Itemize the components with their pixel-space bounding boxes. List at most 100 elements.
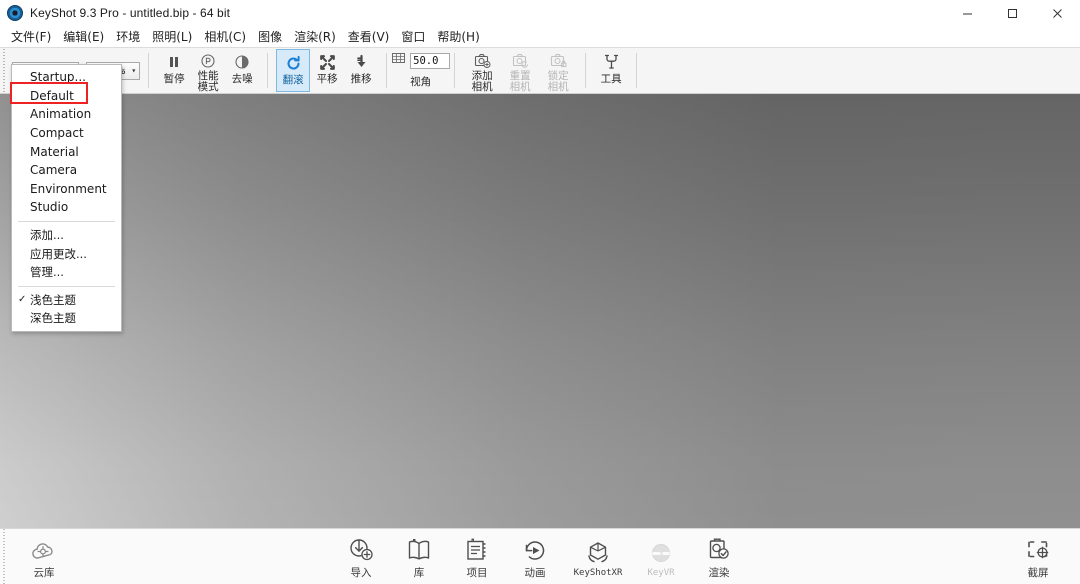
- dropdown-item-compact[interactable]: Compact: [12, 124, 121, 143]
- toolbar-reset-camera-label: 重置 相机: [510, 71, 531, 92]
- dropdown-item-startup[interactable]: Startup...: [12, 68, 121, 87]
- fov-row: [391, 51, 450, 70]
- bottom-keyvr[interactable]: KeyVR: [633, 531, 689, 583]
- check-icon: ✓: [18, 294, 26, 305]
- render-viewport[interactable]: [0, 94, 1080, 528]
- toolbar-reset-camera[interactable]: 重置 相机: [501, 49, 539, 92]
- toolbar-denoise[interactable]: 去噪: [225, 49, 259, 92]
- bottom-library-label: 库: [414, 565, 425, 580]
- toolbar-camera-group: 添加 相机 重置 相机: [459, 48, 581, 93]
- toolbar-pan-label: 平移: [317, 74, 338, 85]
- keyshot-window: KeyShot 9.3 Pro - untitled.bip - 64 bit …: [0, 0, 1080, 584]
- keyvr-icon: [647, 536, 675, 566]
- toolbar-add-camera[interactable]: 添加 相机: [463, 49, 501, 92]
- toolbar-lock-camera[interactable]: 锁定 相机: [539, 49, 577, 92]
- import-icon: [347, 533, 375, 563]
- chevron-down-icon: ▾: [131, 66, 136, 75]
- bottom-import[interactable]: 导入: [333, 531, 389, 583]
- toolbar-denoise-label: 去噪: [232, 74, 253, 85]
- toolbar-grip[interactable]: [0, 48, 8, 93]
- keyshot-logo-icon: [7, 5, 23, 21]
- toolbar-divider: [636, 53, 637, 88]
- cloud-library-icon: [30, 533, 58, 563]
- bottom-library[interactable]: 库: [391, 531, 447, 583]
- bottom-keyvr-label: KeyVR: [647, 568, 674, 578]
- toolbar-divider: [267, 53, 268, 88]
- bottom-cloud-library[interactable]: 云库: [16, 531, 72, 583]
- dropdown-item-default[interactable]: Default: [12, 87, 121, 106]
- denoise-icon: [234, 52, 250, 72]
- bottom-screenshot-label: 截屏: [1028, 565, 1049, 580]
- bottom-cloud-library-label: 云库: [34, 565, 55, 580]
- toolbar-dolly-label: 推移: [351, 74, 372, 85]
- toolbar-pause-label: 暂停: [164, 74, 185, 85]
- toolbar-divider: [386, 53, 387, 88]
- menu-render[interactable]: 渲染(R): [288, 26, 342, 47]
- dropdown-item-dark-theme[interactable]: 深色主题: [12, 309, 121, 328]
- bottom-center-buttons: 导入 库: [0, 531, 1080, 583]
- bottom-toolbar-grip[interactable]: [0, 529, 8, 584]
- menu-environment[interactable]: 环境: [110, 26, 146, 47]
- project-icon: [463, 533, 491, 563]
- menu-edit[interactable]: 编辑(E): [57, 26, 110, 47]
- dropdown-item-camera[interactable]: Camera: [12, 161, 121, 180]
- maximize-icon[interactable]: [990, 0, 1035, 26]
- bottom-keyshot-xr-label: KeyShotXR: [574, 568, 623, 578]
- pan-icon: [319, 52, 336, 72]
- menu-bar: 文件(F) 编辑(E) 环境 照明(L) 相机(C) 图像 渲染(R) 查看(V…: [0, 26, 1080, 47]
- toolbar-divider: [454, 53, 455, 88]
- dropdown-item-studio[interactable]: Studio: [12, 198, 121, 217]
- bottom-keyshot-xr[interactable]: KeyShotXR: [565, 531, 631, 583]
- toolbar-tools[interactable]: 工具: [594, 49, 628, 92]
- dropdown-divider: [18, 286, 115, 287]
- dropdown-item-manage[interactable]: 管理...: [12, 263, 121, 282]
- bottom-animation[interactable]: 动画: [507, 531, 563, 583]
- menu-window[interactable]: 窗口: [395, 26, 431, 47]
- bottom-render-label: 渲染: [709, 565, 730, 580]
- bottom-render[interactable]: 渲染: [691, 531, 747, 583]
- toolbar-pause[interactable]: 暂停: [157, 49, 191, 92]
- bottom-project[interactable]: 项目: [449, 531, 505, 583]
- add-camera-icon: [474, 52, 491, 69]
- bottom-screenshot[interactable]: 截屏: [1010, 531, 1066, 583]
- dropdown-item-add[interactable]: 添加...: [12, 226, 121, 245]
- minimize-icon[interactable]: [945, 0, 990, 26]
- toolbar-navigation-group: 翻滚 平移 推移: [272, 48, 382, 93]
- menu-file[interactable]: 文件(F): [5, 26, 57, 47]
- reset-camera-icon: [512, 52, 529, 69]
- bottom-project-label: 项目: [467, 565, 488, 580]
- toolbar-pan[interactable]: 平移: [310, 49, 344, 92]
- toolbar-render-group: 暂停 性能 模式 去噪: [153, 48, 263, 93]
- menu-view[interactable]: 查看(V): [342, 26, 396, 47]
- dropdown-item-light-theme[interactable]: ✓ 浅色主题: [12, 291, 121, 310]
- layout-dropdown-menu: Startup... Default Animation Compact Mat…: [11, 64, 122, 332]
- toolbar-performance-mode-label: 性能 模式: [198, 71, 219, 92]
- render-icon: [705, 533, 733, 563]
- dropdown-item-environment[interactable]: Environment: [12, 180, 121, 199]
- toolbar-tools-group: 工具: [590, 48, 632, 93]
- menu-camera[interactable]: 相机(C): [198, 26, 252, 47]
- main-toolbar: Startup ▾ 100 % ▾ 暂停 性能 模式: [0, 47, 1080, 94]
- dropdown-item-material[interactable]: Material: [12, 142, 121, 161]
- fov-input[interactable]: [410, 53, 450, 69]
- animation-play-icon: [521, 533, 549, 563]
- close-icon[interactable]: [1035, 0, 1080, 26]
- screenshot-crosshair-icon: [1024, 533, 1052, 563]
- toolbar-lock-camera-label: 锁定 相机: [548, 71, 569, 92]
- dropdown-item-light-theme-label: 浅色主题: [30, 292, 76, 308]
- toolbar-performance-mode[interactable]: 性能 模式: [191, 49, 225, 92]
- menu-help[interactable]: 帮助(H): [431, 26, 485, 47]
- toolbar-tumble[interactable]: 翻滚: [276, 49, 310, 92]
- grid-perspective-icon: [391, 51, 406, 70]
- dropdown-item-animation[interactable]: Animation: [12, 105, 121, 124]
- dolly-icon: [353, 52, 370, 72]
- toolbar-dolly[interactable]: 推移: [344, 49, 378, 92]
- menu-image[interactable]: 图像: [252, 26, 288, 47]
- tumble-icon: [285, 53, 302, 73]
- menu-lighting[interactable]: 照明(L): [146, 26, 198, 47]
- pause-icon: [166, 52, 182, 72]
- tools-icon: [603, 52, 620, 72]
- dropdown-item-apply-changes[interactable]: 应用更改...: [12, 244, 121, 263]
- bottom-import-label: 导入: [351, 565, 372, 580]
- performance-mode-icon: [200, 52, 216, 69]
